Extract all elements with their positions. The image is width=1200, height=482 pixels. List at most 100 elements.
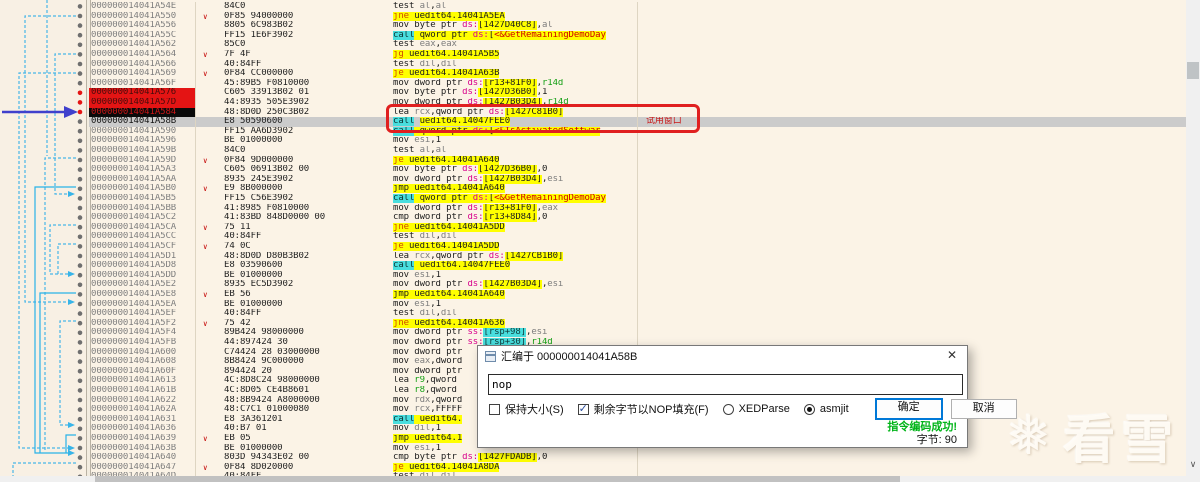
bytes-cell[interactable]: E8 3A361201 <box>196 415 391 425</box>
bytes-cell[interactable]: 40:84FF <box>196 60 391 70</box>
comment-cell[interactable] <box>638 127 1186 137</box>
instruction-cell[interactable]: lea rcx,qword ptr ds:[1427CB1B0] <box>391 252 638 262</box>
comment-cell[interactable] <box>638 261 1186 271</box>
address-cell[interactable]: 000000014041A562 <box>89 40 196 50</box>
instruction-cell[interactable]: test dil,dil <box>391 60 638 70</box>
comment-cell[interactable] <box>638 60 1186 70</box>
bytes-cell[interactable]: 89B424 98000000 <box>196 328 391 338</box>
disasm-row[interactable]: 000000014041A56F45:89B5 F0810000mov dwor… <box>89 79 1186 89</box>
bytes-cell[interactable]: 44:8935 505E3902 <box>196 98 391 108</box>
disasm-row[interactable]: 000000014041A54E84C0test al,al <box>89 2 1186 12</box>
bytes-cell[interactable]: C605 33913B02 01 <box>196 88 391 98</box>
bytes-cell[interactable]: 803D 94343E02 00 <box>196 453 391 463</box>
address-cell[interactable]: 000000014041A5B5 <box>89 194 196 204</box>
bytes-cell[interactable]: 48:C7C1 01000080 <box>196 405 391 415</box>
instruction-cell[interactable]: mov dword ptr ds:[r13+81F0],r14d <box>391 79 638 89</box>
nop-fill-checkbox[interactable] <box>578 404 589 415</box>
disasm-row[interactable]: 000000014041A5F2∨75 42jne uedit64.14041A… <box>89 319 1186 329</box>
vertical-scrollbar[interactable]: ∨ <box>1186 0 1200 482</box>
disasm-row[interactable]: 000000014041A596BE 01000000mov esi,1 <box>89 136 1186 146</box>
bytes-cell[interactable]: 4C:8D05 CE4B8601 <box>196 386 391 396</box>
comment-cell[interactable] <box>638 88 1186 98</box>
address-cell[interactable]: 000000014041A5CC <box>89 232 196 242</box>
bytes-cell[interactable]: ∨0F84 9D000000 <box>196 156 391 166</box>
instruction-cell[interactable]: je uedit64.14041A5DD <box>391 242 638 252</box>
comment-cell[interactable] <box>638 12 1186 22</box>
address-cell[interactable]: 000000014041A61B <box>89 386 196 396</box>
horizontal-scrollbar[interactable] <box>0 476 1186 482</box>
address-cell[interactable]: 000000014041A56F <box>89 79 196 89</box>
bytes-cell[interactable]: ∨0F84 CC000000 <box>196 69 391 79</box>
instruction-cell[interactable]: mov esi,1 <box>391 136 638 146</box>
bytes-cell[interactable]: BE 01000000 <box>196 300 391 310</box>
bytes-cell[interactable]: BE 01000000 <box>196 271 391 281</box>
xedparse-radio[interactable] <box>723 404 734 415</box>
bytes-cell[interactable]: ∨0F84 8D020000 <box>196 463 391 473</box>
disasm-row[interactable]: 000000014041A5CC40:84FFtest dil,dil <box>89 232 1186 242</box>
comment-cell[interactable] <box>638 175 1186 185</box>
disasm-row[interactable]: 000000014041A56285C0test eax,eax <box>89 40 1186 50</box>
address-cell[interactable]: 000000014041A57D <box>89 98 196 108</box>
address-cell[interactable]: 000000014041A5BB <box>89 204 196 214</box>
address-cell[interactable]: 000000014041A590 <box>89 127 196 137</box>
comment-cell[interactable] <box>638 21 1186 31</box>
disasm-row[interactable]: 000000014041A569∨0F84 CC000000je uedit64… <box>89 69 1186 79</box>
comment-cell[interactable] <box>638 309 1186 319</box>
disasm-row[interactable]: 000000014041A5DDBE 01000000mov esi,1 <box>89 271 1186 281</box>
bytes-cell[interactable]: ∨7F 4F <box>196 50 391 60</box>
close-icon[interactable]: ✕ <box>937 346 967 366</box>
bytes-cell[interactable]: FF15 C56E3902 <box>196 194 391 204</box>
bytes-cell[interactable]: 4C:8D8C24 98000000 <box>196 376 391 386</box>
disasm-row[interactable]: 000000014041A5B0∨E9 8B000000jmp uedit64.… <box>89 184 1186 194</box>
comment-cell[interactable] <box>638 194 1186 204</box>
nop-fill-label[interactable]: 剩余字节以NOP填充(F) <box>594 401 709 417</box>
instruction-cell[interactable]: test dil,dil <box>391 309 638 319</box>
address-cell[interactable]: 000000014041A62A <box>89 405 196 415</box>
instruction-cell[interactable]: test dil,dil <box>391 232 638 242</box>
disasm-row[interactable]: 000000014041A564∨7F 4Fjg uedit64.14041A5… <box>89 50 1186 60</box>
vertical-scrollbar-thumb[interactable] <box>1187 62 1199 79</box>
comment-cell[interactable] <box>638 300 1186 310</box>
instruction-cell[interactable]: jg uedit64.14041A5B5 <box>391 50 638 60</box>
address-cell[interactable]: 000000014041A59B <box>89 146 196 156</box>
comment-cell[interactable] <box>638 328 1186 338</box>
address-cell[interactable]: 000000014041A636 <box>89 424 196 434</box>
address-cell[interactable]: 000000014041A639 <box>89 434 196 444</box>
address-cell[interactable]: 000000014041A5E8 <box>89 290 196 300</box>
instruction-cell[interactable]: mov byte ptr ds:[1427D36B0],0 <box>391 165 638 175</box>
disasm-row[interactable]: 000000014041A5568805 6C983B02mov byte pt… <box>89 21 1186 31</box>
comment-cell[interactable] <box>638 31 1186 41</box>
instruction-cell[interactable]: je uedit64.14041A63B <box>391 69 638 79</box>
xedparse-label[interactable]: XEDParse <box>739 403 790 415</box>
address-cell[interactable]: 000000014041A5F2 <box>89 319 196 329</box>
assemble-instruction-input[interactable] <box>488 374 963 395</box>
instruction-cell[interactable]: je uedit64.14041A640 <box>391 156 638 166</box>
address-cell[interactable]: 000000014041A5D8 <box>89 261 196 271</box>
instruction-cell[interactable]: cmp byte ptr ds:[1427FDADB],0 <box>391 453 638 463</box>
address-cell[interactable]: 000000014041A622 <box>89 396 196 406</box>
address-cell[interactable]: 000000014041A608 <box>89 357 196 367</box>
instruction-cell[interactable]: mov dword ptr ss:[rsp+98],esi <box>391 328 638 338</box>
instruction-cell[interactable]: call qword ptr ds:[<&GetRemainingDemoDay <box>391 194 638 204</box>
disasm-row[interactable]: 000000014041A55CFF15 1E6F3902call qword … <box>89 31 1186 41</box>
address-cell[interactable]: 000000014041A564 <box>89 50 196 60</box>
disasm-row[interactable]: 000000014041A5AA8935 245E3902mov dword p… <box>89 175 1186 185</box>
address-cell[interactable]: 000000014041A647 <box>89 463 196 473</box>
bytes-cell[interactable]: 44:897424 30 <box>196 338 391 348</box>
comment-cell[interactable] <box>638 2 1186 12</box>
instruction-cell[interactable]: jmp uedit64.14041A640 <box>391 184 638 194</box>
bytes-cell[interactable]: 48:8D0D 250C3B02 <box>196 108 391 118</box>
address-cell[interactable]: 000000014041A60F <box>89 367 196 377</box>
bytes-cell[interactable]: 48:8D0D D80B3B02 <box>196 252 391 262</box>
disasm-row[interactable]: 000000014041A5CF∨74 0Cje uedit64.14041A5… <box>89 242 1186 252</box>
address-cell[interactable]: 000000014041A576 <box>89 88 196 98</box>
disasm-row[interactable]: 000000014041A5EABE 01000000mov esi,1 <box>89 300 1186 310</box>
address-cell[interactable]: 000000014041A5A3 <box>89 165 196 175</box>
disasm-row[interactable]: 000000014041A550∨0F85 94000000jne uedit6… <box>89 12 1186 22</box>
bytes-cell[interactable]: C605 06913B02 00 <box>196 165 391 175</box>
bytes-cell[interactable]: ∨75 42 <box>196 319 391 329</box>
address-cell[interactable]: 000000014041A613 <box>89 376 196 386</box>
address-cell[interactable]: 000000014041A58B <box>89 117 196 127</box>
comment-cell[interactable] <box>638 69 1186 79</box>
comment-cell[interactable] <box>638 204 1186 214</box>
